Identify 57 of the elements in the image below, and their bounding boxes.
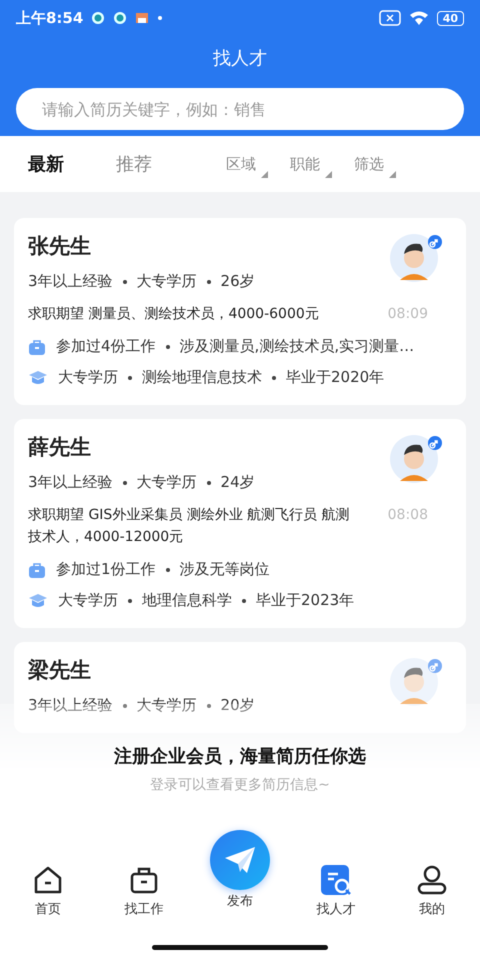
candidate-info: 3年以上经验: [28, 473, 113, 492]
candidate-info: 20岁: [220, 696, 255, 715]
education-info: 测绘地理信息技术: [142, 368, 262, 387]
status-time: 上午8:54: [16, 8, 84, 28]
login-hint: 登录可以查看更多简历信息~: [150, 776, 330, 794]
more-notifications-icon: [157, 15, 164, 21]
app-notification-icon: [113, 11, 128, 25]
education-info: 毕业于2023年: [256, 591, 354, 610]
wifi-icon: [408, 10, 429, 26]
work-experience: 涉及无等岗位: [180, 560, 270, 579]
education-info: 大专学历: [58, 368, 118, 387]
battery-icon: 40: [436, 10, 464, 26]
candidate-info: 大专学历: [136, 272, 197, 291]
tab[interactable]: 最新: [28, 152, 64, 176]
candidate-card[interactable]: 薛先生 3年以上经验 大专学历 24岁 求职期望 GIS外业采集员 测绘外业 航测飞行员 航测技术人，4000-12000元 08:08 参加过1份工作 涉及无等岗位 大专学历 地理信息科学 毕业于2023年: [14, 419, 466, 628]
home-icon: [32, 864, 64, 896]
avatar-icon: [390, 433, 442, 485]
shop-icon: [135, 12, 150, 24]
graduation-cap-icon: [28, 370, 48, 386]
candidate-card[interactable]: 梁先生 3年以上经验 大专学历 20岁: [14, 642, 466, 733]
update-time: 08:09: [388, 306, 428, 322]
candidate-info: 3年以上经验: [28, 696, 113, 715]
work-experience: 涉及测量员,测绘技术员,实习测量…: [180, 337, 414, 356]
candidate-name: 薛先生: [28, 434, 91, 461]
work-experience: 参加过4份工作: [56, 337, 156, 356]
education-info: 大专学历: [58, 591, 118, 610]
page-title: 找人才: [212, 47, 268, 71]
candidate-info: 26岁: [220, 272, 255, 291]
search-field[interactable]: 请输入简历关键字，例如：销售: [16, 88, 464, 130]
education-info: 毕业于2020年: [286, 368, 384, 387]
job-expectation: 求职期望 测量员、测绘技术员，4000-6000元: [28, 305, 320, 324]
job-expectation: 求职期望 GIS外业采集员 测绘外业 航测飞行员 航测技术人，4000-12000元: [28, 506, 351, 547]
candidate-info: 大专学历: [136, 473, 197, 492]
nav-tab[interactable]: 我的: [384, 864, 480, 918]
avatar-icon: [390, 232, 442, 284]
tab[interactable]: 推荐: [116, 152, 152, 176]
candidate-info: 24岁: [220, 473, 255, 492]
app-notification-icon: [91, 11, 106, 25]
candidate-name: 张先生: [28, 233, 91, 260]
nav-tab[interactable]: 找工作: [96, 864, 192, 918]
person-icon: [416, 864, 448, 896]
resume-search-icon: [320, 864, 352, 896]
update-time: 08:08: [388, 507, 428, 523]
candidate-info: 3年以上经验: [28, 272, 113, 291]
no-sim-icon: [378, 10, 401, 26]
work-experience: 参加过1份工作: [56, 560, 156, 579]
promo-title: 注册企业会员，海量简历任你选: [114, 745, 366, 768]
candidate-info: 大专学历: [136, 696, 197, 715]
briefcase-icon: [28, 560, 46, 578]
graduation-cap-icon: [28, 592, 48, 608]
nav-tab[interactable]: 找人才: [288, 864, 384, 918]
briefcase-icon: [28, 338, 46, 356]
candidate-name: 梁先生: [28, 657, 91, 684]
paper-plane-icon: [223, 845, 257, 875]
education-info: 地理信息科学: [142, 591, 232, 610]
nav-tab[interactable]: 首页: [0, 864, 96, 918]
candidate-card[interactable]: 张先生 3年以上经验 大专学历 26岁 求职期望 测量员、测绘技术员，4000-6000元 08:09 参加过4份工作 涉及测量员,测绘技术员,实习测量… 大专学历 测绘地理信息技术 毕业于2020年: [14, 218, 466, 405]
